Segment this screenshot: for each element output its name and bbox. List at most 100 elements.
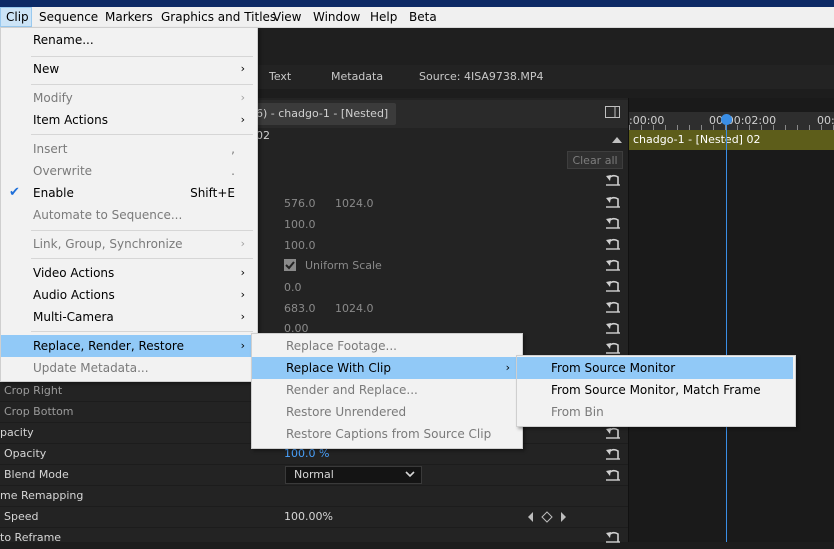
scale-width-value[interactable]: 100.0 bbox=[284, 239, 316, 252]
menu-help[interactable]: Help bbox=[365, 7, 402, 27]
replace-with-clip-label: Replace With Clip bbox=[286, 361, 392, 375]
keyframe-navigator-icon[interactable] bbox=[527, 511, 569, 523]
clear-all-button[interactable]: Clear all bbox=[567, 151, 623, 169]
menu-item-replace-footage[interactable]: Replace Footage... bbox=[252, 335, 520, 357]
overwrite-shortcut: . bbox=[231, 164, 235, 178]
reset-icon[interactable] bbox=[605, 426, 621, 440]
blend-mode-select[interactable]: Normal bbox=[285, 466, 422, 484]
menu-item-new[interactable]: New › bbox=[1, 58, 255, 80]
auto-reframe-row: to Reframe bbox=[0, 528, 628, 549]
tab-text[interactable]: Text bbox=[269, 70, 291, 83]
menu-item-render-and-replace[interactable]: Render and Replace... bbox=[252, 379, 520, 401]
menu-item-audio-actions[interactable]: Audio Actions › bbox=[1, 284, 255, 306]
reset-icon[interactable] bbox=[605, 447, 621, 461]
restore-captions-label: Restore Captions from Source Clip bbox=[286, 427, 492, 441]
link-group-label: Link, Group, Synchronize bbox=[33, 237, 183, 251]
menu-item-restore-captions[interactable]: Restore Captions from Source Clip bbox=[252, 423, 520, 445]
blend-mode-value: Normal bbox=[294, 468, 334, 481]
position-y-value[interactable]: 1024.0 bbox=[335, 197, 374, 210]
separator bbox=[31, 134, 253, 135]
collapse-up-icon[interactable] bbox=[612, 136, 622, 143]
submenu-arrow-icon: › bbox=[240, 310, 245, 323]
opacity-section-label: pacity bbox=[0, 426, 34, 439]
separator bbox=[31, 84, 253, 85]
menu-item-replace-render-restore[interactable]: Replace, Render, Restore › bbox=[1, 335, 255, 357]
menu-item-rename[interactable]: Rename... bbox=[1, 29, 255, 51]
scale-value[interactable]: 100.0 bbox=[284, 218, 316, 231]
modify-label: Modify bbox=[33, 91, 73, 105]
overwrite-label: Overwrite bbox=[33, 164, 93, 178]
timeline-panel bbox=[628, 98, 834, 542]
menu-markers[interactable]: Markers bbox=[100, 7, 158, 27]
menu-item-modify[interactable]: Modify › bbox=[1, 87, 255, 109]
submenu-arrow-icon: › bbox=[505, 361, 510, 374]
separator bbox=[31, 331, 253, 332]
insert-shortcut: , bbox=[231, 142, 235, 156]
anchor-x-value[interactable]: 683.0 bbox=[284, 302, 316, 315]
blend-mode-label: Blend Mode bbox=[4, 468, 69, 481]
insert-label: Insert bbox=[33, 142, 68, 156]
rename-label: Rename... bbox=[33, 33, 94, 47]
menu-item-link-group[interactable]: Link, Group, Synchronize › bbox=[1, 233, 255, 255]
submenu-arrow-icon: › bbox=[240, 339, 245, 352]
tab-source[interactable]: Source: 4ISA9738.MP4 bbox=[419, 70, 544, 83]
uniform-scale-label: Uniform Scale bbox=[305, 259, 382, 272]
clip-tab[interactable]: 6) - chadgo-1 - [Nested] 02 bbox=[256, 103, 396, 142]
timeline-clip[interactable]: chadgo-1 - [Nested] 02 bbox=[629, 130, 834, 150]
tab-metadata[interactable]: Metadata bbox=[331, 70, 383, 83]
menu-item-from-bin[interactable]: From Bin bbox=[517, 401, 793, 423]
separator bbox=[31, 258, 253, 259]
menu-item-video-actions[interactable]: Video Actions › bbox=[1, 262, 255, 284]
speed-label: Speed bbox=[4, 510, 39, 523]
menu-item-enable[interactable]: ✔ Enable Shift+E bbox=[1, 182, 255, 204]
playhead[interactable] bbox=[726, 114, 727, 542]
reset-icon[interactable] bbox=[605, 258, 621, 272]
menu-beta[interactable]: Beta bbox=[404, 7, 442, 27]
menu-item-from-source-monitor-match-frame[interactable]: From Source Monitor, Match Frame bbox=[517, 379, 793, 401]
enable-label: Enable bbox=[33, 186, 74, 200]
reset-icon[interactable] bbox=[605, 279, 621, 293]
menu-item-overwrite[interactable]: Overwrite. bbox=[1, 160, 255, 182]
rotation-value[interactable]: 0.0 bbox=[284, 281, 302, 294]
reset-icon[interactable] bbox=[605, 195, 621, 209]
automate-label: Automate to Sequence... bbox=[33, 208, 183, 222]
menu-item-automate[interactable]: Automate to Sequence... bbox=[1, 204, 255, 226]
reset-icon[interactable] bbox=[605, 468, 621, 482]
uniform-scale-checkbox[interactable] bbox=[284, 259, 296, 271]
menu-view[interactable]: View bbox=[268, 7, 306, 27]
new-label: New bbox=[33, 62, 60, 76]
reset-icon[interactable] bbox=[605, 321, 621, 335]
time-remapping-row: me Remapping bbox=[0, 486, 628, 507]
menu-item-insert[interactable]: Insert, bbox=[1, 138, 255, 160]
menu-sequence[interactable]: Sequence bbox=[34, 7, 103, 27]
reset-icon[interactable] bbox=[605, 173, 621, 187]
separator bbox=[31, 56, 253, 57]
panel-layout-icon[interactable] bbox=[605, 106, 620, 118]
menu-graphics-and-titles[interactable]: Graphics and Titles bbox=[156, 7, 281, 27]
submenu-arrow-icon: › bbox=[240, 113, 245, 126]
menu-window[interactable]: Window bbox=[308, 7, 365, 27]
menu-item-from-source-monitor[interactable]: From Source Monitor bbox=[517, 357, 793, 379]
replace-with-clip-submenu: From Source Monitor From Source Monitor,… bbox=[516, 355, 796, 427]
chevron-down-icon bbox=[405, 471, 415, 478]
menu-item-restore-unrendered[interactable]: Restore Unrendered bbox=[252, 401, 520, 423]
menu-item-multi-camera[interactable]: Multi-Camera › bbox=[1, 306, 255, 328]
checkmark-icon: ✔ bbox=[9, 185, 20, 200]
replace-footage-label: Replace Footage... bbox=[286, 339, 397, 353]
from-source-monitor-label: From Source Monitor bbox=[551, 361, 676, 375]
menu-item-item-actions[interactable]: Item Actions › bbox=[1, 109, 255, 131]
position-x-value[interactable]: 576.0 bbox=[284, 197, 316, 210]
menu-item-replace-with-clip[interactable]: Replace With Clip › bbox=[252, 357, 520, 379]
reset-icon[interactable] bbox=[605, 341, 621, 355]
menu-clip[interactable]: Clip bbox=[0, 7, 32, 27]
anchor-y-value[interactable]: 1024.0 bbox=[335, 302, 374, 315]
crop-bottom-label: Crop Bottom bbox=[4, 405, 74, 418]
reset-icon[interactable] bbox=[605, 237, 621, 251]
speed-value[interactable]: 100.00% bbox=[284, 510, 333, 523]
submenu-arrow-icon: › bbox=[240, 266, 245, 279]
multi-camera-label: Multi-Camera bbox=[33, 310, 114, 324]
reset-icon[interactable] bbox=[605, 216, 621, 230]
playhead-handle[interactable] bbox=[721, 114, 732, 125]
reset-icon[interactable] bbox=[605, 300, 621, 314]
menu-item-update-metadata[interactable]: Update Metadata... bbox=[1, 357, 255, 379]
